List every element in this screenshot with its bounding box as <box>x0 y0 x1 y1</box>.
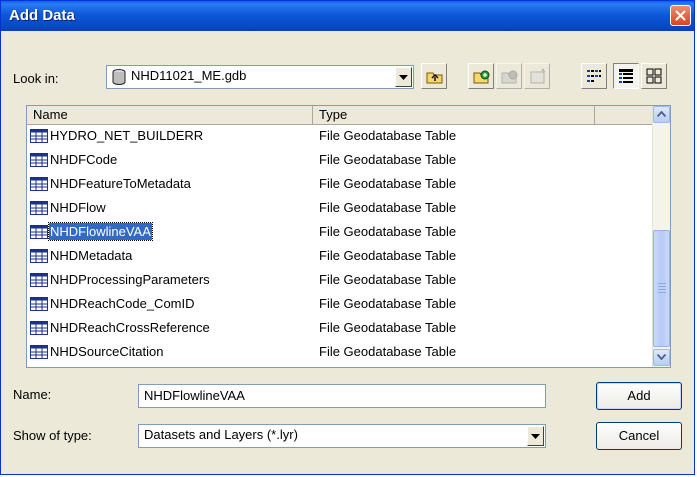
table-icon <box>30 201 48 215</box>
list-item[interactable]: NHDSourceCitation File Geodatabase Table <box>27 341 655 363</box>
list-view-button[interactable] <box>581 63 607 89</box>
table-icon <box>30 297 48 311</box>
item-type: File Geodatabase Table <box>319 224 457 239</box>
thumbnails-view-button[interactable] <box>641 63 667 89</box>
chevron-up-icon <box>657 111 666 117</box>
details-view-icon <box>619 69 633 83</box>
item-type: File Geodatabase Table <box>319 152 457 167</box>
item-type: File Geodatabase Table <box>319 128 457 143</box>
up-folder-icon <box>426 72 443 84</box>
show-of-type-value: Datasets and Layers (*.lyr) <box>144 427 298 442</box>
table-icon <box>30 153 48 167</box>
column-header-name[interactable]: Name <box>27 106 313 124</box>
item-type: File Geodatabase Table <box>319 248 457 263</box>
item-name: NHDSourceCitation <box>50 344 164 359</box>
add-data-dialog: Add Data Look in: NHD11021_ME.gdb Name T… <box>0 0 695 475</box>
show-of-type-dropdown-arrow[interactable] <box>527 426 544 446</box>
name-label: Name: <box>13 387 52 402</box>
cancel-button[interactable]: Cancel <box>596 422 682 450</box>
chevron-down-icon <box>399 75 408 80</box>
table-icon <box>30 177 48 191</box>
list-header: Name Type <box>27 106 652 125</box>
table-icon <box>30 129 48 143</box>
item-name: NHDFeatureToMetadata <box>50 176 191 191</box>
list-item[interactable]: HYDRO_NET_BUILDERR File Geodatabase Tabl… <box>27 125 655 147</box>
item-name: HYDRO_NET_BUILDERR <box>50 128 204 143</box>
table-icon <box>30 345 48 359</box>
column-header-extra[interactable] <box>595 106 655 124</box>
table-icon <box>30 225 48 239</box>
list-item-selected[interactable]: NHDFlowlineVAA File Geodatabase Table <box>27 221 655 243</box>
table-icon <box>30 249 48 263</box>
list-item[interactable]: NHDMetadata File Geodatabase Table <box>27 245 655 267</box>
list-item[interactable]: NHDFlow File Geodatabase Table <box>27 197 655 219</box>
list-item[interactable]: NHDReachCrossReference File Geodatabase … <box>27 317 655 339</box>
vertical-scrollbar[interactable] <box>652 106 670 367</box>
thumbnails-icon <box>646 68 662 84</box>
item-name: NHDProcessingParameters <box>50 272 210 287</box>
name-input[interactable]: NHDFlowlineVAA <box>138 384 546 408</box>
scroll-thumb[interactable] <box>653 230 670 347</box>
item-name: NHDFCode <box>50 152 118 167</box>
list-item[interactable]: NHDFCode File Geodatabase Table <box>27 149 655 171</box>
item-name: NHDFlow <box>50 200 106 215</box>
item-name: NHDMetadata <box>50 248 133 263</box>
title-bar[interactable]: Add Data <box>1 1 694 31</box>
scroll-down-button[interactable] <box>653 349 670 366</box>
details-view-button[interactable] <box>613 63 639 89</box>
grip-line <box>658 289 666 290</box>
disconnect-folder-button[interactable] <box>496 63 522 89</box>
close-icon <box>675 10 686 21</box>
add-button[interactable]: Add <box>596 382 682 410</box>
connect-to-folder-button[interactable] <box>468 63 494 89</box>
look-in-label: Look in: <box>13 71 59 86</box>
item-name: NHDReachCode_ComID <box>50 296 195 311</box>
item-name: NHDFlowlineVAA <box>48 222 153 241</box>
item-type: File Geodatabase Table <box>319 272 457 287</box>
catalog-icon <box>530 68 546 84</box>
look-in-dropdown[interactable]: NHD11021_ME.gdb <box>106 65 414 89</box>
grip-line <box>658 292 666 293</box>
grip-line <box>658 283 666 284</box>
scroll-up-button[interactable] <box>653 106 670 123</box>
show-of-type-label: Show of type: <box>13 428 92 443</box>
database-icon <box>112 69 126 85</box>
column-header-type[interactable]: Type <box>313 106 595 124</box>
grip-line <box>658 286 666 287</box>
name-input-value: NHDFlowlineVAA <box>144 388 245 403</box>
item-type: File Geodatabase Table <box>319 200 457 215</box>
file-list[interactable]: Name Type HYDRO_NET_BUILDERR File Geodat… <box>26 105 671 368</box>
catalog-options-button[interactable] <box>524 63 550 89</box>
show-of-type-dropdown[interactable]: Datasets and Layers (*.lyr) <box>138 424 546 448</box>
window-title: Add Data <box>9 7 75 24</box>
list-item[interactable]: NHDReachCode_ComID File Geodatabase Tabl… <box>27 293 655 315</box>
look-in-dropdown-arrow[interactable] <box>395 67 412 87</box>
item-type: File Geodatabase Table <box>319 296 457 311</box>
table-icon <box>30 321 48 335</box>
look-in-value: NHD11021_ME.gdb <box>131 68 247 83</box>
chevron-down-icon <box>657 354 666 360</box>
list-item[interactable]: NHDFeatureToMetadata File Geodatabase Ta… <box>27 173 655 195</box>
connect-folder-icon <box>473 70 490 84</box>
item-type: File Geodatabase Table <box>319 320 457 335</box>
list-item[interactable]: NHDProcessingParameters File Geodatabase… <box>27 269 655 291</box>
item-type: File Geodatabase Table <box>319 344 457 359</box>
close-button[interactable] <box>670 5 691 26</box>
list-view-icon <box>587 70 601 82</box>
item-name: NHDReachCrossReference <box>50 320 210 335</box>
disconnect-folder-icon <box>501 70 518 84</box>
up-one-level-button[interactable] <box>421 63 447 89</box>
table-icon <box>30 273 48 287</box>
chevron-down-icon <box>531 434 540 439</box>
item-type: File Geodatabase Table <box>319 176 457 191</box>
